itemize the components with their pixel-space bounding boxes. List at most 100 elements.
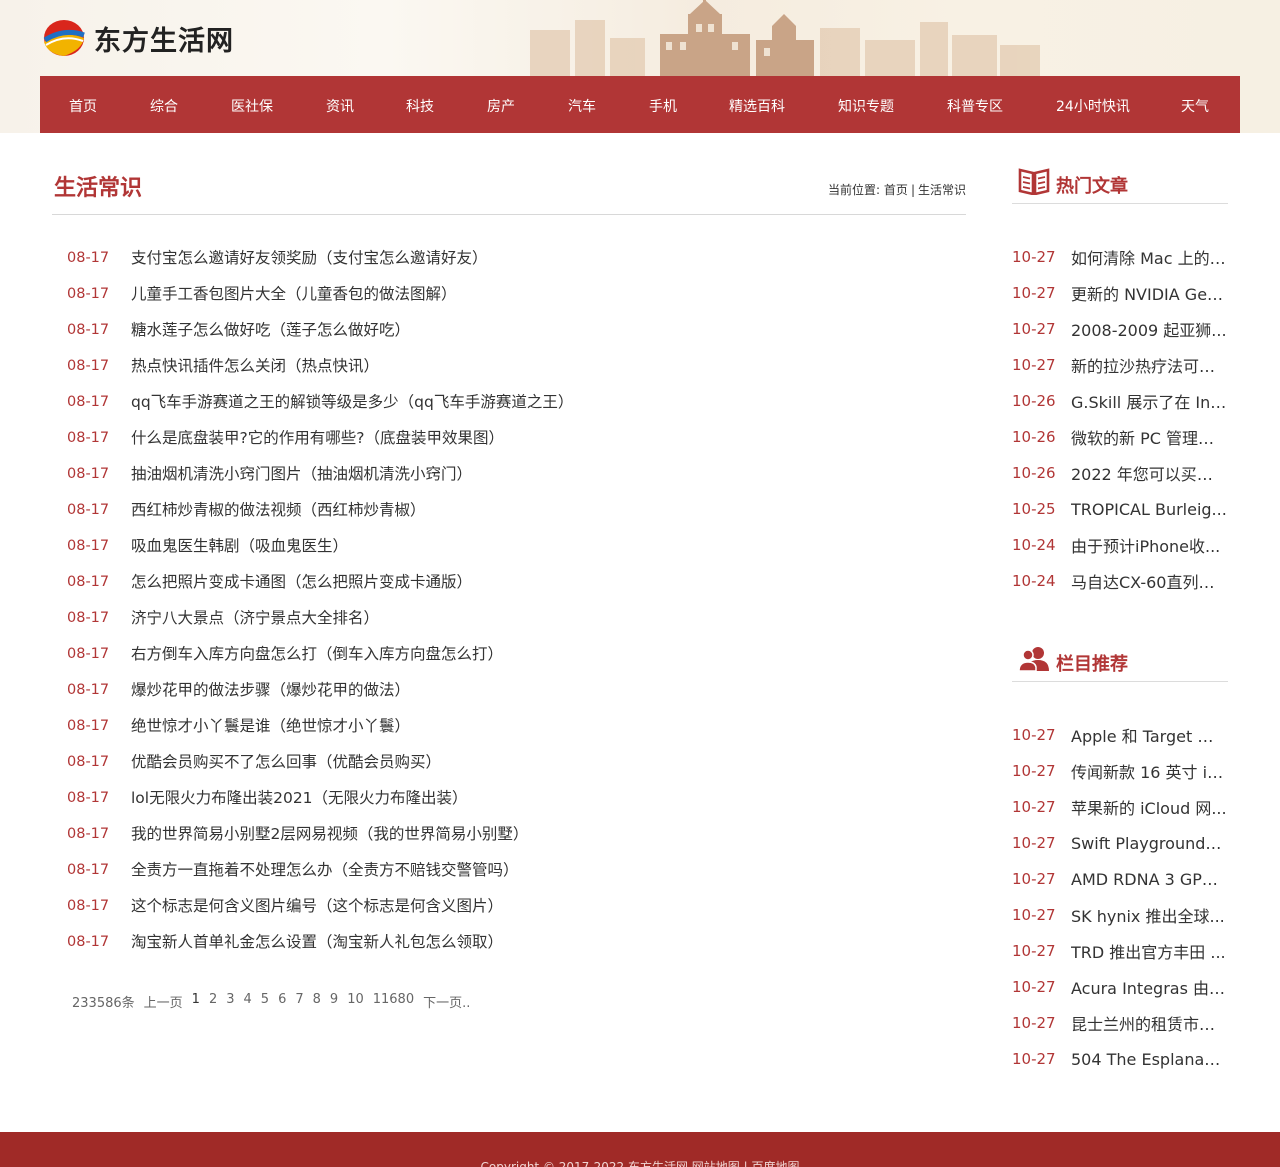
recommend-title: 栏目推荐 (1056, 654, 1128, 675)
site-logo[interactable]: 东方生活网 (42, 16, 234, 60)
nav-item-topics[interactable]: 知识专题 (838, 96, 894, 116)
article-link[interactable]: 马自达CX-60直列六... (1071, 569, 1228, 593)
list-item: 10-26 G.Skill 展示了在 Int... (1012, 383, 1228, 419)
pagination-page[interactable]: 9 (330, 992, 338, 1011)
pagination-page[interactable]: 5 (261, 992, 269, 1011)
article-link[interactable]: 支付宝怎么邀请好友领奖励（支付宝怎么邀请好友） (131, 240, 488, 276)
nav-item-auto[interactable]: 汽车 (568, 96, 596, 116)
list-item: 08-17 全责方一直拖着不处理怎么办（全责方不赔钱交警管吗） (52, 852, 966, 888)
pagination-page[interactable]: 4 (244, 992, 252, 1011)
article-link[interactable]: 怎么把照片变成卡通图（怎么把照片变成卡通版） (131, 564, 472, 600)
breadcrumb-home-link[interactable]: 首页 (884, 183, 908, 197)
article-link[interactable]: qq飞车手游赛道之王的解锁等级是多少（qq飞车手游赛道之王） (131, 384, 573, 420)
article-date: 10-26 (1012, 392, 1056, 410)
article-link[interactable]: 全责方一直拖着不处理怎么办（全责方不赔钱交警管吗） (131, 852, 519, 888)
pagination-page[interactable]: 6 (278, 992, 286, 1011)
article-date: 08-17 (67, 898, 110, 914)
nav-item-encyclopedia[interactable]: 精选百科 (729, 96, 785, 116)
article-date: 10-27 (1012, 834, 1056, 852)
article-date: 08-17 (67, 322, 110, 338)
article-link[interactable]: Acura Integras 由 ... (1071, 975, 1228, 999)
article-link[interactable]: G.Skill 展示了在 Int... (1071, 389, 1228, 413)
article-link[interactable]: 糖水莲子怎么做好吃（莲子怎么做好吃） (131, 312, 410, 348)
nav-item-tech[interactable]: 科技 (406, 96, 434, 116)
nav-item-news[interactable]: 资讯 (326, 96, 354, 116)
list-item: 10-27 Swift Playgrounds ... (1012, 825, 1228, 861)
article-link[interactable]: 这个标志是何含义图片编号（这个标志是何含义图片） (131, 888, 503, 924)
list-item: 08-17 糖水莲子怎么做好吃（莲子怎么做好吃） (52, 312, 966, 348)
article-link[interactable]: 如何清除 Mac 上的 ... (1071, 245, 1228, 269)
hot-articles-header: 热门文章 (1012, 159, 1228, 204)
article-link[interactable]: TROPICAL Burleig... (1071, 500, 1228, 519)
article-link[interactable]: 2008-2009 起亚狮... (1071, 317, 1228, 341)
list-item: 10-27 昆士兰州的租赁市场... (1012, 1005, 1228, 1041)
nav-item-social-security[interactable]: 医社保 (231, 96, 273, 116)
nav-item-phone[interactable]: 手机 (649, 96, 677, 116)
article-date: 10-25 (1012, 500, 1056, 518)
nav-item-weather[interactable]: 天气 (1181, 96, 1209, 116)
nav-item-home[interactable]: 首页 (69, 96, 97, 116)
list-item: 10-25 TROPICAL Burleig... (1012, 491, 1228, 527)
list-item: 10-27 504 The Esplanade... (1012, 1041, 1228, 1077)
article-link[interactable]: 由于预计iPhone收... (1071, 533, 1228, 557)
article-link[interactable]: 爆炒花甲的做法步骤（爆炒花甲的做法） (131, 672, 410, 708)
list-item: 08-17 怎么把照片变成卡通图（怎么把照片变成卡通版） (52, 564, 966, 600)
pagination-page[interactable]: 7 (295, 992, 303, 1011)
title-divider (52, 214, 966, 215)
breadcrumb-current-link[interactable]: 生活常识 (918, 183, 966, 197)
article-link[interactable]: 右方倒车入库方向盘怎么打（倒车入库方向盘怎么打） (131, 636, 503, 672)
article-link[interactable]: 抽油烟机清洗小窍门图片（抽油烟机清洗小窍门） (131, 456, 472, 492)
list-item: 10-27 AMD RDNA 3 GPU... (1012, 861, 1228, 897)
article-link[interactable]: TRD 推出官方丰田 ... (1071, 939, 1228, 963)
list-item: 08-17 这个标志是何含义图片编号（这个标志是何含义图片） (52, 888, 966, 924)
article-link[interactable]: 热点快讯插件怎么关闭（热点快讯） (131, 348, 379, 384)
article-link[interactable]: 传闻新款 16 英寸 iP... (1071, 759, 1228, 783)
article-link[interactable]: 优酷会员购买不了怎么回事（优酷会员购买） (131, 744, 441, 780)
article-link[interactable]: 吸血鬼医生韩剧（吸血鬼医生） (131, 528, 348, 564)
article-link[interactable]: 更新的 NVIDIA GeF... (1071, 281, 1228, 305)
nav-item-science[interactable]: 科普专区 (947, 96, 1003, 116)
article-date: 08-17 (67, 538, 110, 554)
article-link[interactable]: 昆士兰州的租赁市场... (1071, 1011, 1228, 1035)
pagination-next[interactable]: 下一页.. (423, 992, 470, 1011)
article-link[interactable]: SK hynix 推出全球... (1071, 903, 1228, 927)
article-date: 10-27 (1012, 284, 1056, 302)
pagination-page[interactable]: 2 (209, 992, 217, 1011)
article-link[interactable]: 西红柿炒青椒的做法视频（西红柿炒青椒） (131, 492, 426, 528)
pagination-prev[interactable]: 上一页 (144, 992, 183, 1011)
article-link[interactable]: 我的世界简易小别墅2层网易视频（我的世界简易小别墅） (131, 816, 528, 852)
list-item: 10-26 2022 年您可以买到... (1012, 455, 1228, 491)
article-link[interactable]: 淘宝新人首单礼金怎么设置（淘宝新人礼包怎么领取） (131, 924, 503, 960)
article-link[interactable]: 绝世惊才小丫鬟是谁（绝世惊才小丫鬟） (131, 708, 410, 744)
nav-item-general[interactable]: 综合 (150, 96, 178, 116)
article-link[interactable]: 2022 年您可以买到... (1071, 461, 1228, 485)
article-date: 08-17 (67, 826, 110, 842)
article-link[interactable]: Apple 和 Target 扩... (1071, 723, 1228, 747)
article-link[interactable]: 新的拉沙热疗法可能... (1071, 353, 1228, 377)
pagination-page[interactable]: 10 (347, 992, 364, 1011)
article-link[interactable]: 什么是底盘装甲?它的作用有哪些?（底盘装甲效果图） (131, 420, 504, 456)
article-link[interactable]: 微软的新 PC 管理应... (1071, 425, 1228, 449)
article-link[interactable]: lol无限火力布隆出装2021（无限火力布隆出装） (131, 780, 468, 816)
article-link[interactable]: 儿童手工香包图片大全（儿童香包的做法图解） (131, 276, 457, 312)
nav-item-24h-news[interactable]: 24小时快讯 (1056, 96, 1130, 116)
pagination-page[interactable]: 3 (226, 992, 234, 1011)
nav-item-realestate[interactable]: 房产 (487, 96, 515, 116)
article-date: 08-17 (67, 286, 110, 302)
recommend-panel: 栏目推荐 10-27 Apple 和 Target 扩... 10-27 传闻新款 … (1012, 637, 1228, 1077)
article-link[interactable]: 济宁八大景点（济宁景点大全排名） (131, 600, 379, 636)
pagination-page[interactable]: 8 (313, 992, 321, 1011)
pagination-page[interactable]: 11680 (373, 992, 414, 1011)
list-item: 08-17 什么是底盘装甲?它的作用有哪些?（底盘装甲效果图） (52, 420, 966, 456)
users-icon (1018, 647, 1049, 672)
article-link[interactable]: Swift Playgrounds ... (1071, 834, 1228, 853)
article-link[interactable]: 504 The Esplanade... (1071, 1050, 1228, 1069)
article-date: 08-17 (67, 430, 110, 446)
article-link[interactable]: AMD RDNA 3 GPU... (1071, 870, 1228, 889)
list-item: 10-26 微软的新 PC 管理应... (1012, 419, 1228, 455)
list-item: 10-24 由于预计iPhone收... (1012, 527, 1228, 563)
article-date: 08-17 (67, 358, 110, 374)
article-link[interactable]: 苹果新的 iCloud 网... (1071, 795, 1228, 819)
article-date: 08-17 (67, 394, 110, 410)
article-date: 08-17 (67, 754, 110, 770)
